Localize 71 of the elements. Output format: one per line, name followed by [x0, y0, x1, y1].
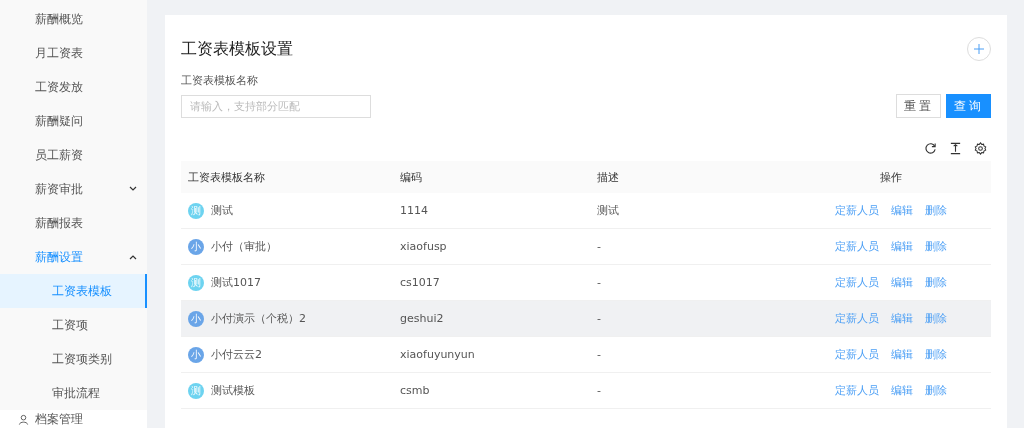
action-link[interactable]: 编辑	[890, 311, 913, 326]
user-icon	[18, 413, 29, 425]
avatar-icon: 测	[188, 274, 204, 291]
table-cell: xiaofuyunyun	[393, 336, 590, 373]
action-link[interactable]: 定薪人员	[834, 347, 879, 362]
chevron-icon	[129, 254, 137, 260]
action-link[interactable]: 删除	[924, 275, 947, 290]
avatar-icon: 测	[188, 202, 204, 219]
sidebar-item[interactable]: 薪酬报表	[0, 206, 147, 240]
table-cell: -	[590, 264, 790, 301]
template-name: 小付（审批）	[211, 239, 277, 254]
action-link[interactable]: 删除	[924, 383, 947, 398]
action-link[interactable]: 定薪人员	[834, 239, 879, 254]
sidebar-item[interactable]: 审批流程	[0, 376, 147, 410]
avatar-icon: 测	[188, 382, 204, 399]
settings-icon[interactable]	[974, 142, 987, 155]
sidebar-item[interactable]: 员工薪资	[0, 138, 147, 172]
sidebar-item[interactable]: 薪资审批	[0, 172, 147, 206]
search-field[interactable]: 请输入，支持部分匹配	[181, 94, 371, 118]
table-cell: 测试	[590, 193, 790, 229]
action-link[interactable]: 定薪人员	[834, 383, 879, 398]
action-link[interactable]: 删除	[924, 203, 947, 218]
reset-button[interactable]: 重置	[896, 94, 941, 118]
column-header: 操作	[790, 161, 991, 193]
sidebar-item[interactable]: 档案管理	[0, 410, 147, 428]
template-name: 小付演示（个税）2	[211, 311, 306, 326]
action-link[interactable]: 编辑	[890, 275, 913, 290]
action-link[interactable]: 删除	[924, 239, 947, 254]
avatar-icon: 小	[188, 346, 204, 363]
sidebar-item[interactable]: 工资表模板	[0, 274, 147, 308]
template-name: 测试1017	[211, 275, 261, 290]
sidebar-item[interactable]: 月工资表	[0, 36, 147, 70]
table-cell: -	[590, 300, 790, 337]
action-link[interactable]: 删除	[924, 311, 947, 326]
template-name: 小付云云2	[211, 347, 262, 362]
refresh-icon[interactable]	[924, 142, 937, 155]
table-cell: csmb	[393, 372, 590, 409]
page-title: 工资表模板设置	[181, 38, 293, 60]
avatar-icon: 小	[188, 238, 204, 255]
column-header: 编码	[393, 161, 590, 193]
chevron-icon	[129, 186, 137, 192]
action-link[interactable]: 定薪人员	[834, 275, 879, 290]
action-link[interactable]: 编辑	[890, 383, 913, 398]
sidebar-item[interactable]: 工资项类别	[0, 342, 147, 376]
plus-icon	[974, 44, 984, 54]
table-cell: 1114	[393, 193, 590, 229]
sidebar-item[interactable]: 工资项	[0, 308, 147, 342]
sidebar-item[interactable]: 薪酬设置	[0, 240, 147, 274]
table-cell: -	[590, 336, 790, 373]
action-link[interactable]: 定薪人员	[834, 311, 879, 326]
action-link[interactable]: 编辑	[890, 239, 913, 254]
table-cell: cs1017	[393, 264, 590, 301]
table-cell: geshui2	[393, 300, 590, 337]
table-cell: -	[590, 228, 790, 265]
template-name: 测试模板	[211, 383, 255, 398]
action-link[interactable]: 编辑	[890, 347, 913, 362]
column-header: 描述	[590, 161, 790, 193]
sidebar-item[interactable]: 薪酬概览	[0, 2, 147, 36]
search-button[interactable]: 查询	[946, 94, 991, 118]
table-cell: -	[590, 372, 790, 409]
sidebar-item[interactable]: 薪酬疑问	[0, 104, 147, 138]
template-name: 测试	[211, 203, 233, 218]
field-label: 工资表模板名称	[181, 73, 259, 88]
column-header: 工资表模板名称	[181, 161, 393, 193]
avatar-icon: 小	[188, 310, 204, 327]
table-cell: xiaofusp	[393, 228, 590, 265]
action-link[interactable]: 删除	[924, 347, 947, 362]
action-link[interactable]: 编辑	[890, 203, 913, 218]
action-link[interactable]: 定薪人员	[834, 203, 879, 218]
column-height-icon[interactable]	[949, 142, 962, 155]
sidebar-item[interactable]: 工资发放	[0, 70, 147, 104]
